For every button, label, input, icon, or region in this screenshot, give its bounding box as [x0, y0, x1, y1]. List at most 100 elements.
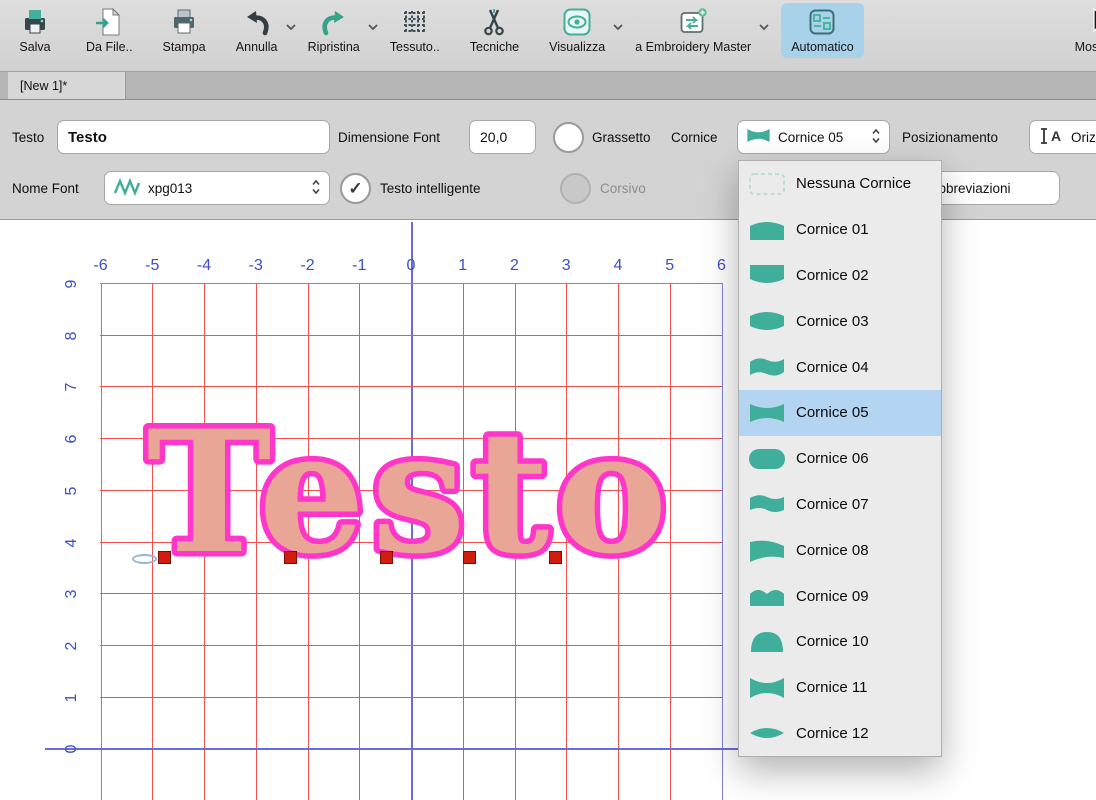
frame-shape-icon — [747, 262, 787, 288]
toolbar-item-salva[interactable]: Salva — [14, 7, 56, 54]
grid-line-horizontal — [100, 593, 722, 594]
font-size-label: Dimensione Font — [338, 120, 440, 156]
menu-item-label: Cornice 10 — [796, 633, 869, 650]
chevron-down-icon[interactable] — [612, 18, 624, 36]
menu-item-cornice-10[interactable]: Cornice 10 — [739, 619, 941, 665]
svg-text:A: A — [1051, 128, 1061, 144]
ai-cursor-icon — [1085, 7, 1096, 37]
chevron-down-icon[interactable] — [758, 18, 770, 36]
x-axis-tick-label: -4 — [197, 257, 211, 275]
y-axis-tick-label: 1 — [63, 693, 81, 702]
menu-item-cornice-06[interactable]: Cornice 06 — [739, 436, 941, 482]
menu-item-label: Cornice 02 — [796, 267, 869, 284]
stitch-point-marker[interactable] — [158, 551, 171, 564]
frame-shape-icon — [747, 583, 787, 609]
menu-item-label: Cornice 08 — [796, 542, 869, 559]
updown-chevron-icon — [311, 178, 321, 199]
frame-shape-icon — [747, 217, 787, 243]
main-toolbar: Salva Da File.. Stampa Annulla Ripristina Tes… — [0, 0, 1096, 72]
toolbar-item-da-file[interactable]: Da File.. — [86, 7, 133, 54]
menu-item-label: Nessuna Cornice — [796, 175, 911, 192]
frame-label: Cornice — [671, 120, 718, 156]
print-icon — [169, 7, 199, 37]
frame-shape-icon — [747, 308, 787, 334]
toolbar-item-mostra-ai[interactable]: Mostra ai — [1075, 7, 1096, 54]
y-axis-tick-label: 7 — [63, 383, 81, 392]
frame-shape-icon — [747, 446, 787, 472]
menu-item-label: Cornice 01 — [796, 221, 869, 238]
frame-select[interactable]: Cornice 05 — [737, 120, 890, 154]
frame-shape-icon — [747, 354, 787, 380]
x-axis-tick-label: 2 — [510, 257, 519, 275]
menu-item-cornice-01[interactable]: Cornice 01 — [739, 207, 941, 253]
menu-item-label: Cornice 04 — [796, 359, 869, 376]
x-axis-tick-label: -3 — [249, 257, 263, 275]
toolbar-item-label: Ripristina — [308, 40, 360, 54]
tab-new-1[interactable]: [New 1]* — [8, 72, 126, 99]
menu-item-cornice-04[interactable]: Cornice 04 — [739, 344, 941, 390]
y-axis-tick-label: 2 — [63, 642, 81, 651]
smart-text-checkbox[interactable]: ✓ — [340, 173, 371, 204]
frame-select-value: Cornice 05 — [778, 130, 864, 145]
text-input[interactable] — [57, 120, 330, 154]
toolbar-item-ripristina[interactable]: Ripristina — [308, 7, 360, 54]
menu-item-label: Cornice 06 — [796, 450, 869, 467]
toolbar-item-annulla[interactable]: Annulla — [236, 7, 278, 54]
chevron-down-icon[interactable] — [367, 18, 379, 36]
x-axis-tick-label: 3 — [562, 257, 571, 275]
stitch-point-marker[interactable] — [284, 551, 297, 564]
stitch-point-marker[interactable] — [463, 551, 476, 564]
toolbar-item-tessuto[interactable]: Tessuto.. — [390, 7, 440, 54]
x-axis-tick-label: 1 — [458, 257, 467, 275]
grid-line-horizontal — [100, 335, 722, 336]
menu-item-cornice-03[interactable]: Cornice 03 — [739, 298, 941, 344]
font-size-input[interactable] — [469, 120, 536, 154]
placement-label: Posizionamento — [902, 120, 998, 156]
menu-item-cornice-12[interactable]: Cornice 12 — [739, 711, 941, 757]
redo-icon — [319, 7, 349, 37]
x-axis-tick-label: 4 — [614, 257, 623, 275]
embroidery-text-object[interactable]: Testo — [125, 399, 695, 589]
menu-item-cornice-09[interactable]: Cornice 09 — [739, 573, 941, 619]
toolbar-item-a-embroidery-master[interactable]: a Embroidery Master — [635, 7, 751, 54]
menu-item-cornice-08[interactable]: Cornice 08 — [739, 527, 941, 573]
bold-radio[interactable] — [553, 122, 584, 153]
check-icon: ✓ — [348, 179, 362, 199]
frame-shape-icon — [747, 675, 787, 701]
toolbar-item-automatico[interactable]: Automatico — [781, 3, 864, 58]
toolbar-item-tecniche[interactable]: Tecniche — [470, 7, 519, 54]
tab-label: [New 1]* — [20, 79, 67, 93]
toolbar-item-label: Da File.. — [86, 40, 133, 54]
toolbar-item-label: Tessuto.. — [390, 40, 440, 54]
stitch-point-marker[interactable] — [380, 551, 393, 564]
menu-item-cornice-11[interactable]: Cornice 11 — [739, 665, 941, 711]
x-axis-tick-label: -6 — [93, 257, 107, 275]
toolbar-item-visualizza[interactable]: Visualizza — [549, 7, 605, 54]
menu-item-nessuna-cornice[interactable]: Nessuna Cornice — [739, 161, 941, 207]
grid-line-horizontal — [45, 748, 742, 750]
chevron-down-icon[interactable] — [285, 18, 297, 36]
testo-field-label: Testo — [12, 120, 44, 156]
x-axis-tick-label: 5 — [665, 257, 674, 275]
font-name-label: Nome Font — [12, 171, 79, 207]
frame-shape-icon — [747, 629, 787, 655]
stitch-point-marker[interactable] — [549, 551, 562, 564]
menu-item-cornice-07[interactable]: Cornice 07 — [739, 482, 941, 528]
y-axis-tick-label: 8 — [63, 331, 81, 340]
placement-select-value: Oriz — [1071, 130, 1096, 145]
toolbar-item-label: Salva — [19, 40, 50, 54]
menu-item-label: Cornice 12 — [796, 725, 869, 742]
font-select[interactable]: xpg013 — [104, 171, 330, 205]
frame-shape-icon — [746, 127, 771, 147]
x-axis-tick-label: -5 — [145, 257, 159, 275]
x-axis-tick-label: 6 — [717, 257, 726, 275]
menu-item-label: Cornice 07 — [796, 496, 869, 513]
menu-item-cornice-02[interactable]: Cornice 02 — [739, 253, 941, 299]
placement-select[interactable]: A Oriz — [1029, 120, 1096, 154]
grid-line-horizontal — [100, 283, 722, 284]
fabric-icon — [400, 7, 430, 37]
italic-label: Corsivo — [600, 171, 646, 207]
menu-item-cornice-05[interactable]: Cornice 05 — [739, 390, 941, 436]
italic-radio — [560, 173, 591, 204]
toolbar-item-stampa[interactable]: Stampa — [163, 7, 206, 54]
